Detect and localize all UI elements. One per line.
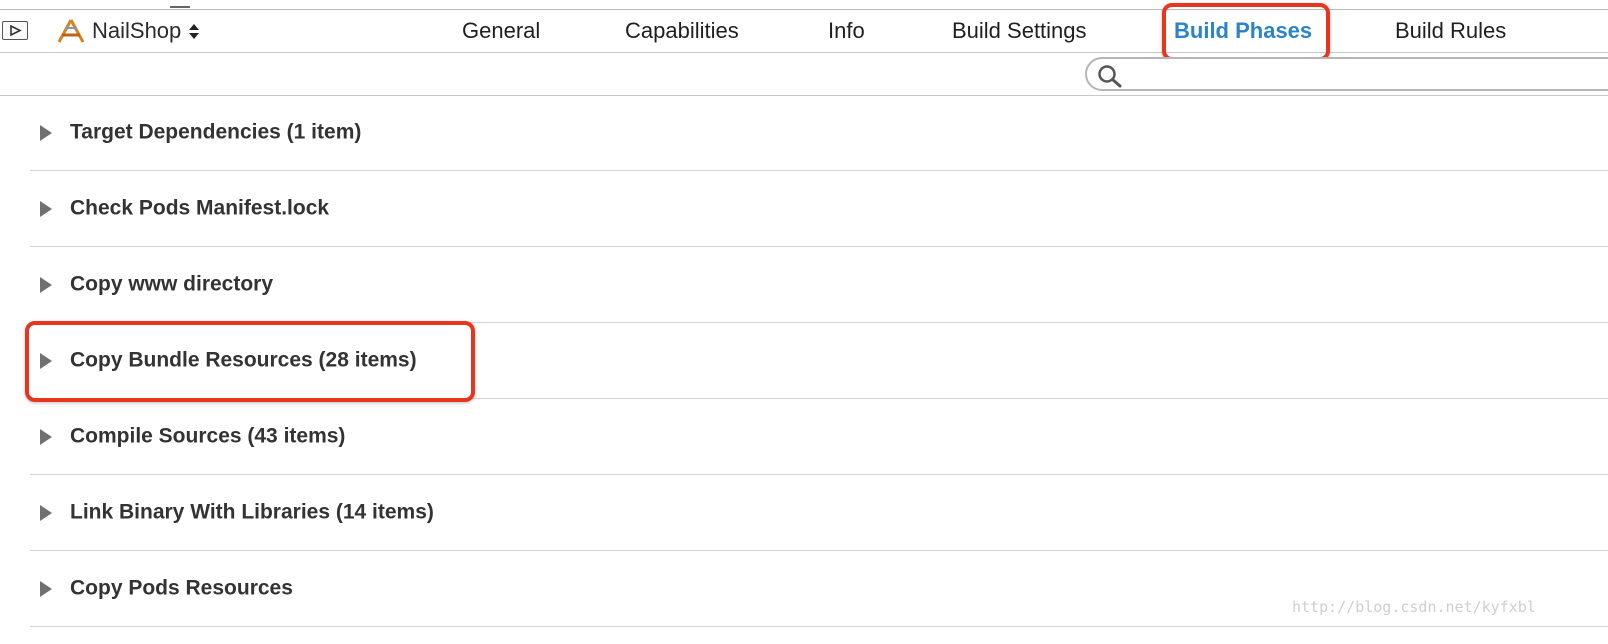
tab-capabilities[interactable]: Capabilities xyxy=(625,18,739,44)
phase-target-dependencies[interactable]: Target Dependencies (1 item) xyxy=(30,95,1608,171)
target-name: NailShop xyxy=(92,18,182,43)
search-field[interactable] xyxy=(1085,57,1608,91)
tab-build-rules[interactable]: Build Rules xyxy=(1395,18,1506,44)
top-edge-tick xyxy=(170,0,190,8)
search-icon xyxy=(1098,65,1122,88)
editor-tab-bar: NailShop General Capabilities Info Build… xyxy=(0,10,1608,53)
phase-copy-www-directory[interactable]: Copy www directory xyxy=(30,247,1608,323)
disclosure-triangle-icon[interactable] xyxy=(40,124,52,141)
copy-bundle-resources-highlight xyxy=(25,321,475,402)
phase-compile-sources[interactable]: Compile Sources (43 items) xyxy=(30,399,1608,475)
tab-general[interactable]: General xyxy=(462,18,540,44)
tab-build-settings[interactable]: Build Settings xyxy=(952,18,1087,44)
phase-check-pods-manifest[interactable]: Check Pods Manifest.lock xyxy=(30,171,1608,247)
chevron-updown-icon[interactable] xyxy=(189,23,200,39)
phase-label: Target Dependencies (1 item) xyxy=(70,120,362,144)
window-top-edge xyxy=(0,0,1608,10)
phase-link-binary-with-libraries[interactable]: Link Binary With Libraries (14 items) xyxy=(30,475,1608,551)
target-selector[interactable]: NailShop xyxy=(56,18,200,43)
phase-label: Copy Pods Resources xyxy=(70,576,293,600)
watermark: http://blog.csdn.net/kyfxbl xyxy=(1292,598,1536,616)
phase-label: Check Pods Manifest.lock xyxy=(70,196,330,220)
phase-label: Copy www directory xyxy=(70,272,274,296)
disclosure-triangle-icon[interactable] xyxy=(40,200,52,217)
app-target-icon xyxy=(57,19,85,43)
tab-info[interactable]: Info xyxy=(828,18,865,44)
filter-bar xyxy=(0,53,1608,96)
sidebar-toggle-icon[interactable] xyxy=(2,21,28,40)
disclosure-triangle-icon[interactable] xyxy=(40,276,52,293)
disclosure-triangle-icon[interactable] xyxy=(40,428,52,445)
disclosure-triangle-icon[interactable] xyxy=(40,580,52,597)
disclosure-triangle-icon[interactable] xyxy=(40,504,52,521)
phase-label: Link Binary With Libraries (14 items) xyxy=(70,500,434,524)
phase-label: Compile Sources (43 items) xyxy=(70,424,346,448)
